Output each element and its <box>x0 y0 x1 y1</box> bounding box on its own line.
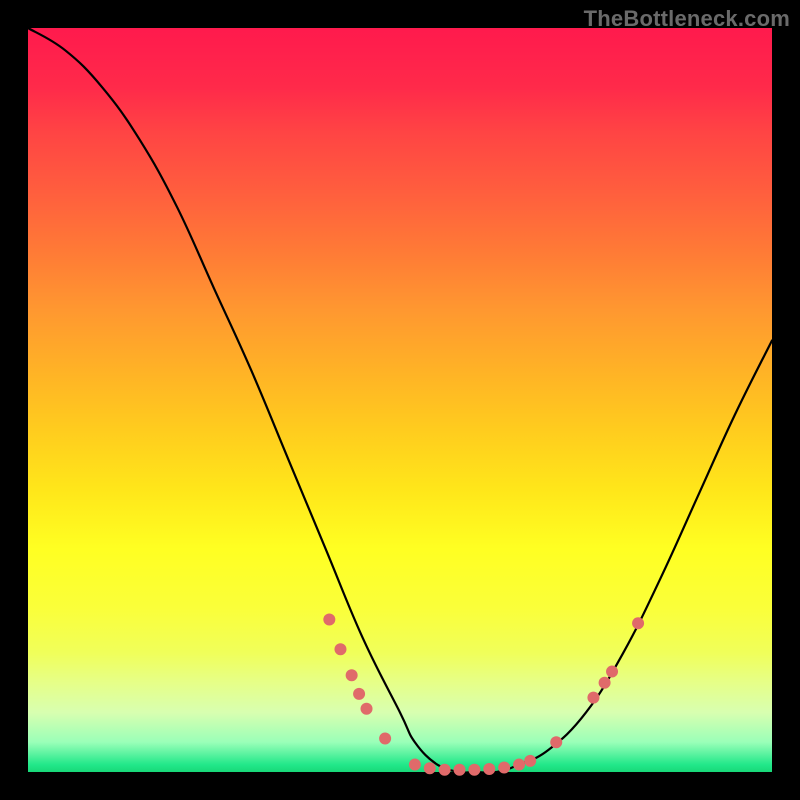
data-marker <box>468 764 480 776</box>
data-marker <box>409 759 421 771</box>
marker-group <box>323 613 644 775</box>
data-marker <box>632 617 644 629</box>
chart-svg <box>28 28 772 772</box>
data-marker <box>379 733 391 745</box>
data-marker <box>439 764 451 776</box>
data-marker <box>599 677 611 689</box>
data-marker <box>334 643 346 655</box>
data-marker <box>524 755 536 767</box>
data-marker <box>606 666 618 678</box>
watermark-text: TheBottleneck.com <box>584 6 790 32</box>
data-marker <box>323 613 335 625</box>
data-marker <box>454 764 466 776</box>
data-marker <box>353 688 365 700</box>
bottleneck-curve <box>28 28 772 773</box>
data-marker <box>513 759 525 771</box>
data-marker <box>424 762 436 774</box>
chart-container: TheBottleneck.com <box>0 0 800 800</box>
data-marker <box>483 763 495 775</box>
data-marker <box>361 703 373 715</box>
data-marker <box>587 692 599 704</box>
data-marker <box>498 762 510 774</box>
data-marker <box>550 736 562 748</box>
plot-area <box>28 28 772 772</box>
data-marker <box>346 669 358 681</box>
